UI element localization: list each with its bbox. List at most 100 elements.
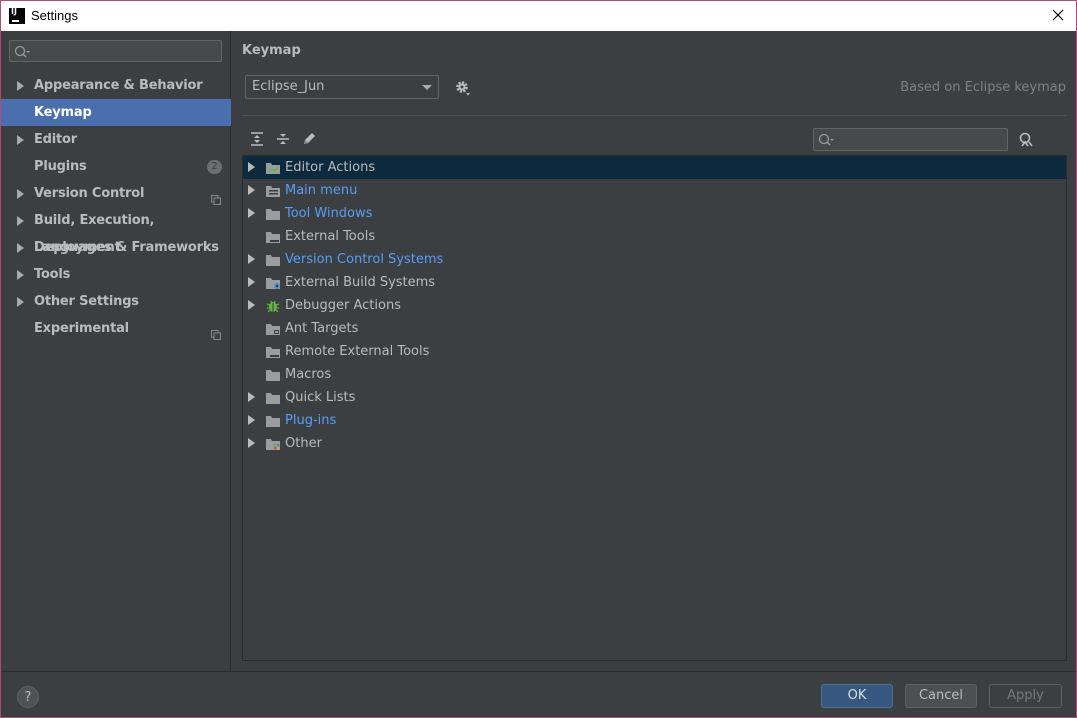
editor-folder-icon — [265, 160, 281, 174]
sidebar-item-version-control[interactable]: Version Control — [1, 180, 231, 207]
intellij-app-icon — [9, 7, 25, 24]
expand-all-icon[interactable] — [249, 131, 265, 147]
sidebar-item-label: Editor — [34, 132, 77, 147]
tree-row-external-build-systems[interactable]: External Build Systems — [243, 271, 1066, 294]
expand-arrow-icon[interactable] — [248, 392, 255, 402]
expand-arrow-icon[interactable] — [17, 216, 24, 226]
folder-icon — [265, 367, 281, 381]
tree-row-plug-ins[interactable]: Plug-ins — [243, 409, 1066, 432]
tree-row-label: Plug-ins — [285, 413, 337, 428]
sidebar-item-appearance-behavior[interactable]: Appearance & Behavior — [1, 72, 231, 99]
menu-folder-icon — [265, 183, 281, 197]
tree-row-external-tools[interactable]: External Tools — [243, 225, 1066, 248]
tree-row-label: External Tools — [285, 229, 376, 244]
sidebar-item-label: Experimental — [34, 321, 129, 336]
tools-folder-icon — [265, 344, 281, 358]
sidebar-item-build-execution-deployment[interactable]: Build, Execution, Deployment — [1, 207, 231, 255]
tree-row-tool-windows[interactable]: Tool Windows — [243, 202, 1066, 225]
folder-icon — [265, 413, 281, 427]
tree-row-label: Ant Targets — [285, 321, 359, 336]
tree-row-editor-actions[interactable]: Editor Actions — [243, 156, 1066, 179]
expand-arrow-icon[interactable] — [17, 135, 24, 145]
sidebar-item-languages-frameworks[interactable]: Languages & Frameworks — [1, 234, 231, 261]
sidebar-item-tools[interactable]: Tools — [1, 261, 231, 288]
expand-arrow-icon[interactable] — [17, 81, 24, 91]
expand-arrow-icon[interactable] — [248, 208, 255, 218]
sidebar-item-keymap[interactable]: Keymap — [1, 99, 231, 126]
close-icon[interactable] — [1048, 5, 1068, 25]
settings-sidebar: Appearance & Behavior Keymap Editor Plug… — [1, 31, 231, 671]
tree-row-label: Quick Lists — [285, 390, 356, 405]
keymap-search-input[interactable] — [813, 128, 1008, 151]
expand-arrow-icon[interactable] — [17, 243, 24, 253]
tree-row-debugger-actions[interactable]: Debugger Actions — [243, 294, 1066, 317]
keymap-dropdown[interactable]: Eclipse_Jun — [245, 75, 439, 99]
based-on-label: Based on Eclipse keymap — [900, 80, 1066, 95]
collapse-all-icon[interactable] — [275, 131, 291, 147]
folder-icon — [265, 390, 281, 404]
sidebar-item-label: Version Control — [34, 186, 145, 201]
expand-arrow-icon[interactable] — [248, 300, 255, 310]
tree-row-label: External Build Systems — [285, 275, 436, 290]
tree-row-quick-lists[interactable]: Quick Lists — [243, 386, 1066, 409]
expand-arrow-icon[interactable] — [248, 162, 255, 172]
tree-row-label: Main menu — [285, 183, 358, 198]
tree-row-label: Editor Actions — [285, 160, 376, 175]
build-folder-icon — [265, 275, 281, 289]
gear-icon[interactable] — [454, 79, 472, 97]
tree-row-remote-external-tools[interactable]: Remote External Tools — [243, 340, 1066, 363]
sidebar-list: Appearance & Behavior Keymap Editor Plug… — [1, 72, 231, 342]
plugins-count-badge: 2 — [207, 160, 222, 174]
sidebar-search-input[interactable] — [9, 40, 222, 62]
sidebar-item-other-settings[interactable]: Other Settings — [1, 288, 231, 315]
tree-row-macros[interactable]: Macros — [243, 363, 1066, 386]
window-title: Settings — [31, 8, 78, 23]
tree-row-main-menu[interactable]: Main menu — [243, 179, 1066, 202]
sidebar-item-label: Keymap — [34, 105, 92, 120]
folder-icon — [265, 206, 281, 220]
settings-window: Settings Appearance & Behavior Keymap Ed… — [0, 0, 1077, 718]
sidebar-item-experimental[interactable]: Experimental — [1, 315, 231, 342]
ant-folder-icon — [265, 321, 281, 335]
pencil-icon[interactable] — [301, 131, 317, 147]
expand-arrow-icon[interactable] — [17, 189, 24, 199]
chevron-down-icon — [422, 85, 432, 90]
dialog-footer: ? OK Cancel Apply — [1, 671, 1076, 717]
expand-arrow-icon[interactable] — [17, 297, 24, 307]
expand-arrow-icon[interactable] — [248, 254, 255, 264]
sidebar-item-plugins[interactable]: Plugins 2 — [1, 153, 231, 180]
tree-row-version-control-systems[interactable]: Version Control Systems — [243, 248, 1066, 271]
page-title: Keymap — [242, 43, 301, 58]
find-shortcut-icon[interactable] — [1017, 131, 1035, 149]
bug-icon — [265, 298, 281, 313]
copy-icon — [211, 188, 221, 205]
folder-icon — [265, 252, 281, 266]
tree-row-ant-targets[interactable]: Ant Targets — [243, 317, 1066, 340]
tree-row-label: Version Control Systems — [285, 252, 444, 267]
keymap-dropdown-value: Eclipse_Jun — [252, 79, 325, 94]
search-icon — [14, 44, 30, 63]
tree-row-label: Macros — [285, 367, 332, 382]
expand-arrow-icon[interactable] — [248, 415, 255, 425]
copy-icon — [211, 323, 221, 340]
tools-folder-icon — [265, 229, 281, 243]
tree-row-label: Tool Windows — [285, 206, 373, 221]
expand-arrow-icon[interactable] — [248, 185, 255, 195]
apply-button[interactable]: Apply — [989, 684, 1062, 708]
help-button[interactable]: ? — [17, 686, 39, 708]
keymap-panel: Keymap Eclipse_Jun Based on Eclipse keym… — [232, 31, 1076, 671]
tree-row-label: Remote External Tools — [285, 344, 430, 359]
expand-arrow-icon[interactable] — [248, 438, 255, 448]
sidebar-item-label: Languages & Frameworks — [34, 240, 219, 255]
ok-button[interactable]: OK — [821, 684, 893, 708]
expand-arrow-icon[interactable] — [17, 270, 24, 280]
search-icon — [818, 132, 834, 151]
tree-row-other[interactable]: Other — [243, 432, 1066, 455]
sidebar-item-editor[interactable]: Editor — [1, 126, 231, 153]
tree-row-label: Debugger Actions — [285, 298, 401, 313]
cancel-button[interactable]: Cancel — [905, 684, 977, 708]
other-folder-icon — [265, 436, 281, 450]
keymap-actions-tree: Editor Actions Main menu Tool Windows Ex… — [242, 155, 1067, 661]
expand-arrow-icon[interactable] — [248, 277, 255, 287]
separator — [242, 115, 1066, 116]
